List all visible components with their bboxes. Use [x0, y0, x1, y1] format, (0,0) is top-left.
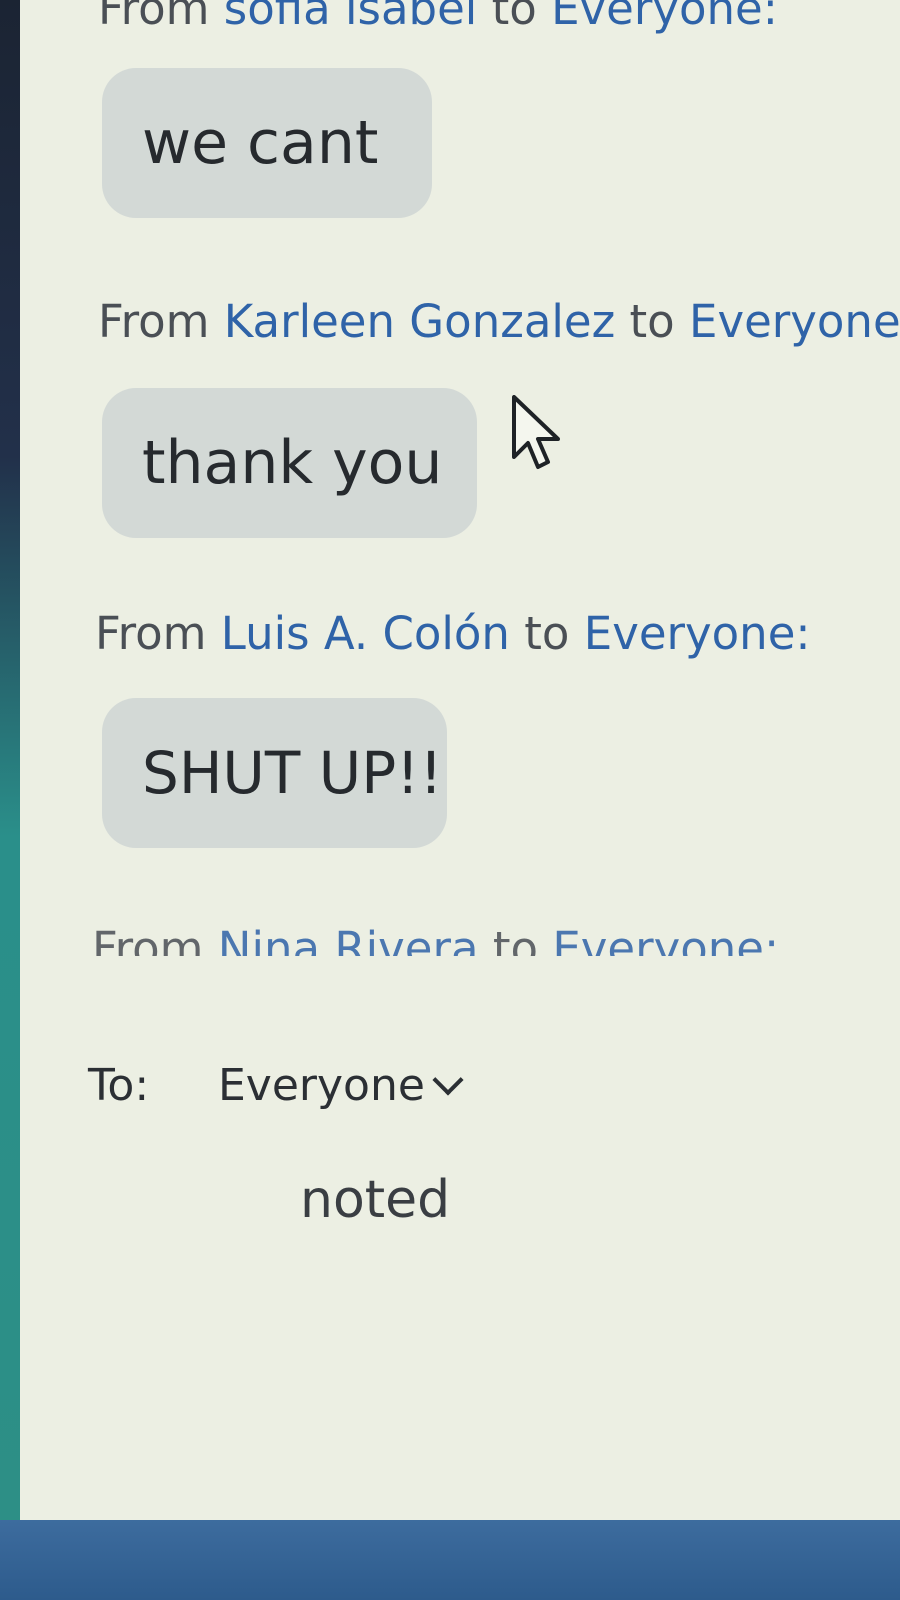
message-input[interactable]: noted	[300, 1170, 450, 1230]
recipient-dropdown[interactable]: Everyone	[218, 1060, 464, 1111]
message-to-label: to	[615, 295, 690, 348]
recipient-name[interactable]: Everyone:	[552, 922, 779, 956]
recipient-row: To: Everyone	[88, 1060, 464, 1111]
to-label: To:	[88, 1060, 150, 1111]
message-bubble: thank you	[102, 388, 477, 538]
sender-name[interactable]: Luis A. Colón	[221, 607, 510, 660]
chevron-down-icon[interactable]	[432, 1063, 464, 1096]
message-header: From Luis A. Colón to Everyone:	[95, 607, 811, 660]
message-bubble: we cant	[102, 68, 432, 218]
recipient-name[interactable]: Everyone:	[584, 607, 811, 660]
message-header-partial: From Nina Rivera to Everyone:	[92, 922, 779, 956]
taskbar	[0, 1520, 900, 1600]
message-to-label: to	[478, 922, 553, 956]
message-to-label: to	[477, 0, 552, 35]
recipient-name[interactable]: Everyone:	[689, 295, 900, 348]
message-from-label: From	[92, 922, 218, 956]
sender-name[interactable]: sofia isabel	[224, 0, 477, 35]
sender-name[interactable]: Nina Rivera	[218, 922, 479, 956]
message-from-label: From	[95, 607, 221, 660]
desktop-left-edge	[0, 0, 20, 1520]
message-header: From sofia isabel to Everyone:	[98, 0, 778, 35]
chat-panel: From sofia isabel to Everyone: we cant F…	[20, 0, 900, 1520]
recipient-dropdown-value: Everyone	[218, 1060, 425, 1111]
message-from-label: From	[98, 0, 224, 35]
recipient-name[interactable]: Everyone:	[551, 0, 778, 35]
message-header: From Karleen Gonzalez to Everyone:	[98, 295, 900, 348]
sender-name[interactable]: Karleen Gonzalez	[224, 295, 615, 348]
message-from-label: From	[98, 295, 224, 348]
mouse-cursor-icon	[512, 395, 560, 469]
message-to-label: to	[509, 607, 584, 660]
message-bubble: SHUT UP!!	[102, 698, 447, 848]
